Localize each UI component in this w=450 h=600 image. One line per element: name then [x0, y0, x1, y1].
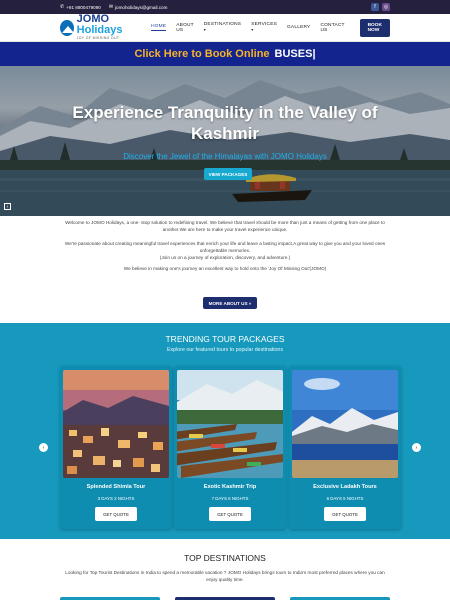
package-image-ladakh [292, 370, 398, 478]
nav-item-contact[interactable]: CONTACT US [320, 23, 344, 33]
get-quote-button[interactable]: GET QUOTE [95, 507, 137, 521]
site-logo[interactable]: JOMO Holidays JOY OF MISSING OUT [60, 14, 146, 40]
phone-icon: ✆ [60, 4, 65, 10]
get-quote-button[interactable]: GET QUOTE [324, 507, 366, 521]
about-section: Welcome to JOMO Holidays, a one- stop so… [55, 219, 395, 277]
section-title: TRENDING TOUR PACKAGES [165, 334, 285, 344]
carousel-next-icon[interactable]: › [412, 443, 421, 452]
hero-banner: Experience Tranquility in the Valley of … [0, 66, 450, 216]
hero-subtitle: Discover the Jewel of the Himalayas with… [123, 152, 327, 161]
view-packages-button[interactable]: VIEW PACKAGES [204, 168, 252, 180]
logo-wordmark: JOMO Holidays [76, 13, 123, 37]
main-navbar: JOMO Holidays JOY OF MISSING OUT HOME AB… [0, 14, 450, 42]
email-contact[interactable]: ✉ jomoholidays@gmail.com [109, 4, 168, 10]
carousel-prev-icon[interactable]: ‹ [39, 443, 48, 452]
trending-packages-section: TRENDING TOUR PACKAGES Explore our featu… [0, 323, 450, 539]
package-title: Exclusive Ladakh Tours [313, 484, 377, 490]
instagram-icon[interactable]: ◎ [382, 3, 390, 11]
nav-item-gallery[interactable]: GALLERY [287, 25, 310, 30]
more-about-us-button[interactable]: MORE ABOUT US » [203, 297, 257, 309]
section-subtitle: Explore our featured tours to popular de… [166, 347, 283, 353]
package-duration: 7 DAYS 6 NIGHTS [211, 496, 249, 501]
hero-title: Experience Tranquility in the Valley of … [72, 103, 378, 144]
nav-menu: HOME ABOUT US DESTINATIONS ▾ SERVICES ▾ … [146, 18, 390, 37]
logo-text: JOMO Holidays JOY OF MISSING OUT [77, 14, 146, 40]
nav-item-home[interactable]: HOME [151, 24, 167, 31]
get-quote-button[interactable]: GET QUOTE [209, 507, 251, 521]
book-online-type: BUSES| [274, 48, 316, 60]
book-online-text: Click Here to Book Online [134, 48, 270, 60]
chevron-down-icon: ▾ [203, 27, 206, 32]
mail-icon: ✉ [108, 4, 114, 10]
package-image-shimla [63, 370, 169, 478]
package-card[interactable]: Splended Shimla Tour 3 DAYS 2 NIGHTS GET… [60, 366, 172, 529]
package-card[interactable]: Exclusive Ladakh Tours 6 DAYS 5 NIGHTS G… [289, 366, 401, 529]
logo-globe-icon [60, 19, 74, 36]
package-title: Exotic Kashmir Trip [203, 484, 257, 490]
social-links: f ◎ [368, 3, 390, 11]
logo-tagline: JOY OF MISSING OUT [76, 36, 120, 41]
package-title: Splended Shimla Tour [86, 484, 146, 490]
about-paragraph-4: We believe in making one's journey an ex… [123, 266, 327, 272]
slider-prev-arrow-icon[interactable]: ‹ [4, 203, 11, 210]
package-duration: 3 DAYS 2 NIGHTS [97, 496, 135, 501]
top-destinations-text: Looking for Top Tourist Destinations in … [65, 570, 385, 583]
email-address: jomoholidays@gmail.com [115, 4, 168, 10]
book-now-button[interactable]: BOOK NOW [359, 18, 390, 37]
phone-number: +91 8800479090 [66, 4, 101, 10]
package-card[interactable]: Exotic Kashmir Trip 7 DAYS 6 NIGHTS GET … [174, 366, 286, 529]
nav-item-about[interactable]: ABOUT US [176, 23, 193, 33]
chevron-down-icon: ▾ [251, 27, 254, 32]
nav-item-services[interactable]: SERVICES ▾ [251, 22, 277, 33]
about-paragraph-3: (Join us on a journey of exploration, di… [159, 255, 291, 261]
about-paragraph-1: Welcome to JOMO Holidays, a one- stop so… [65, 220, 385, 233]
top-contact-bar: ✆ +91 8800479090 ✉ jomoholidays@gmail.co… [0, 0, 450, 14]
package-image-kashmir [177, 370, 283, 478]
about-paragraph-2: We're passionate about creating meaningf… [64, 240, 386, 253]
book-online-banner[interactable]: Click Here to Book Online BUSES| [0, 42, 450, 66]
package-duration: 6 DAYS 5 NIGHTS [326, 496, 364, 501]
facebook-icon[interactable]: f [371, 3, 379, 11]
top-destinations-title: TOP DESTINATIONS [184, 553, 266, 563]
nav-item-destinations[interactable]: DESTINATIONS ▾ [204, 22, 242, 33]
phone-contact[interactable]: ✆ +91 8800479090 [60, 4, 101, 10]
